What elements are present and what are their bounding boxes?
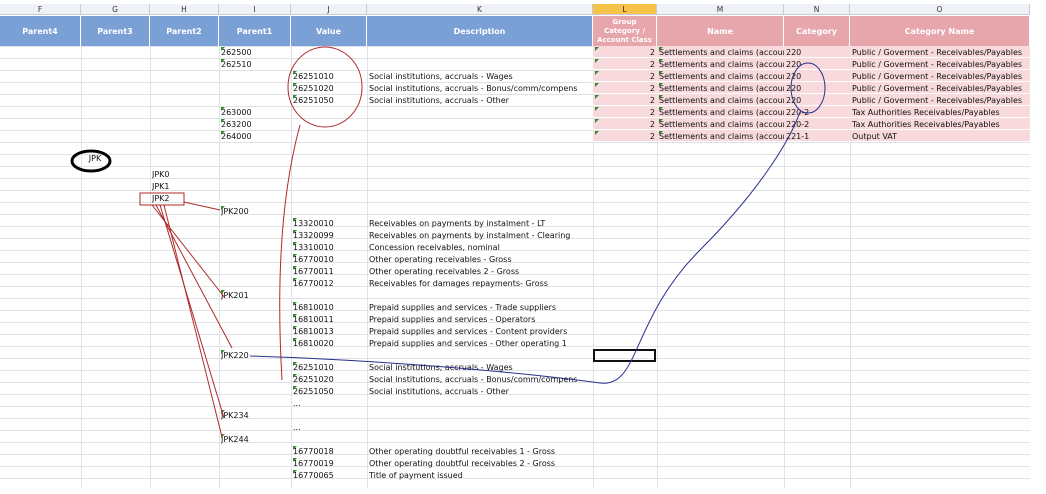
- spreadsheet: F G H I J K L M N O Parent4 Parent3 Pare…: [0, 0, 1046, 494]
- value-group-link-curve: [279, 124, 301, 381]
- annotation-overlay: [70, 46, 826, 438]
- jpk2-link-lines: [151, 201, 233, 438]
- value-group-circle-annotation: [287, 46, 363, 128]
- jpk2-box-annotation: [139, 192, 185, 206]
- jpk-circle-annotation: [70, 149, 112, 173]
- jpk220-category-link-curve: [249, 111, 801, 384]
- category-circle-annotation: [790, 62, 826, 114]
